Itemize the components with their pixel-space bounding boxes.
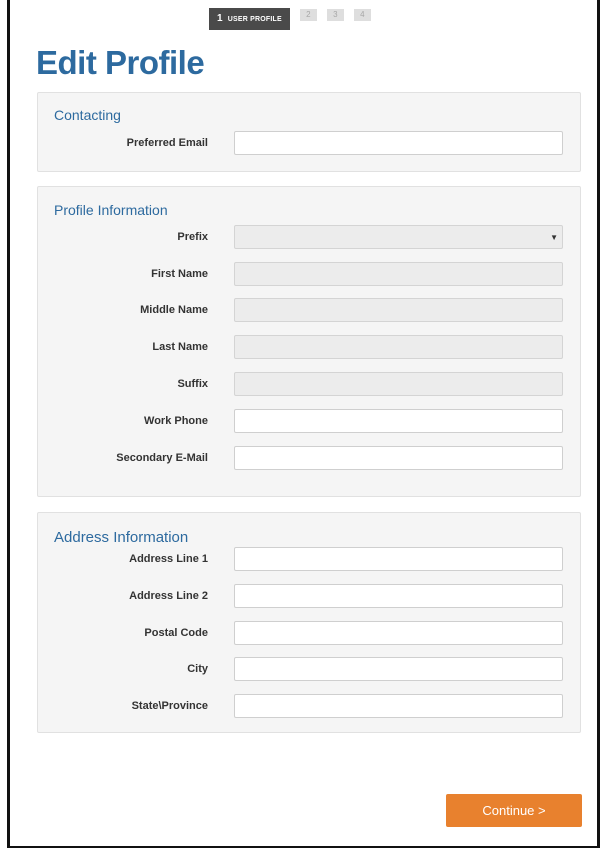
- work-phone-field[interactable]: [234, 409, 563, 433]
- middle-name-field[interactable]: [234, 298, 563, 322]
- postal-code-label: Postal Code: [144, 627, 208, 639]
- first-name-label: First Name: [151, 268, 208, 280]
- city-field[interactable]: [234, 657, 563, 681]
- continue-button[interactable]: Continue >: [446, 794, 582, 827]
- city-row: City: [38, 657, 580, 683]
- progress-stepper: 1 USER PROFILE 2 3 4: [209, 8, 371, 30]
- middle-name-label: Middle Name: [140, 304, 208, 316]
- step-number: 1: [217, 13, 223, 24]
- work-phone-label: Work Phone: [144, 415, 208, 427]
- preferred-email-row: Preferred Email: [38, 131, 580, 157]
- profile-title: Profile Information: [54, 202, 168, 218]
- preferred-email-field[interactable]: [234, 131, 563, 155]
- prefix-select[interactable]: ▼: [234, 225, 563, 249]
- suffix-field[interactable]: [234, 372, 563, 396]
- prefix-row: Prefix ▼: [38, 225, 580, 251]
- contacting-title: Contacting: [54, 107, 121, 123]
- middle-name-row: Middle Name: [38, 298, 580, 324]
- preferred-email-label: Preferred Email: [126, 137, 208, 149]
- prefix-label: Prefix: [177, 231, 208, 243]
- step-2[interactable]: 2: [299, 9, 317, 21]
- contacting-panel: Contacting Preferred Email: [37, 92, 581, 172]
- page-title: Edit Profile: [36, 44, 205, 81]
- suffix-label: Suffix: [177, 378, 208, 390]
- address-line-2-row: Address Line 2: [38, 584, 580, 610]
- state-province-label: State\Province: [131, 700, 208, 712]
- profile-panel: Profile Information Prefix ▼ First Name …: [37, 186, 581, 497]
- work-phone-row: Work Phone: [38, 409, 580, 435]
- step-3[interactable]: 3: [326, 9, 344, 21]
- first-name-field[interactable]: [234, 262, 563, 286]
- state-province-field[interactable]: [234, 694, 563, 718]
- address-title: Address Information: [54, 529, 189, 546]
- last-name-field[interactable]: [234, 335, 563, 359]
- last-name-label: Last Name: [152, 341, 208, 353]
- state-province-row: State\Province: [38, 694, 580, 720]
- chevron-down-icon: ▼: [550, 233, 558, 242]
- city-label: City: [187, 663, 208, 675]
- address-panel: Address Information Address Line 1 Addre…: [37, 512, 581, 733]
- address-line-1-label: Address Line 1: [129, 553, 208, 565]
- address-line-1-field[interactable]: [234, 547, 563, 571]
- step-label: USER PROFILE: [227, 16, 282, 23]
- suffix-row: Suffix: [38, 372, 580, 398]
- address-line-1-row: Address Line 1: [38, 547, 580, 573]
- secondary-email-label: Secondary E-Mail: [116, 452, 208, 464]
- postal-code-row: Postal Code: [38, 621, 580, 647]
- step-4[interactable]: 4: [353, 9, 371, 21]
- address-line-2-label: Address Line 2: [129, 590, 208, 602]
- step-1-active[interactable]: 1 USER PROFILE: [209, 8, 290, 30]
- address-line-2-field[interactable]: [234, 584, 563, 608]
- secondary-email-row: Secondary E-Mail: [38, 446, 580, 472]
- last-name-row: Last Name: [38, 335, 580, 361]
- postal-code-field[interactable]: [234, 621, 563, 645]
- first-name-row: First Name: [38, 262, 580, 288]
- secondary-email-field[interactable]: [234, 446, 563, 470]
